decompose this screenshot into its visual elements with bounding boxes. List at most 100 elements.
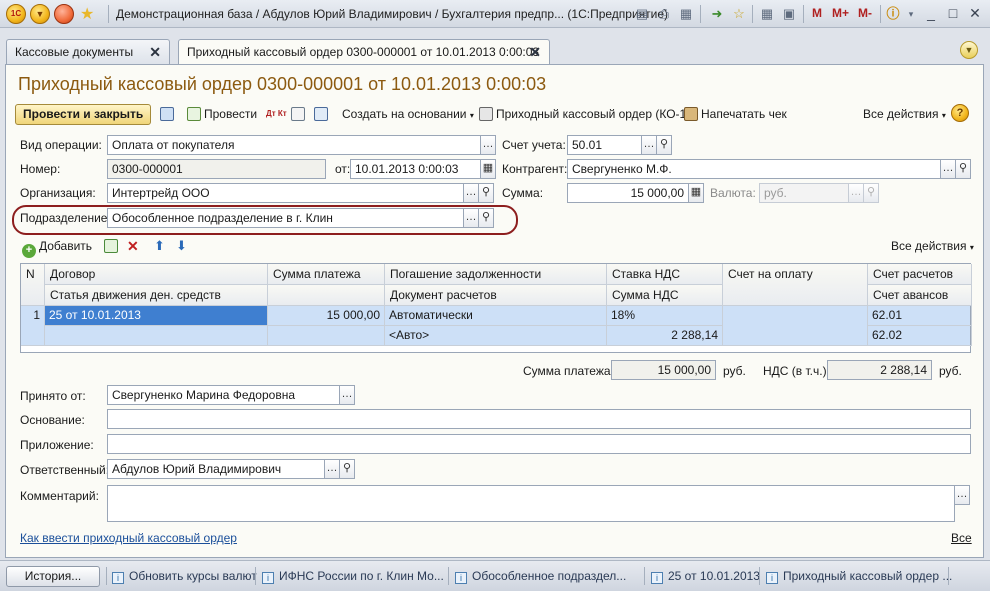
move-down-icon[interactable]: ⬇ <box>176 237 187 255</box>
select-button[interactable]: … <box>324 459 340 479</box>
tab-cash-documents[interactable]: Кассовые документы ✕ <box>6 39 170 65</box>
sum-field[interactable]: 15 000,00 <box>567 183 689 203</box>
tabs-menu-icon[interactable]: ▼ <box>960 41 978 59</box>
column-header[interactable]: Погашение задолженности <box>385 264 607 285</box>
operation-field[interactable]: Оплата от покупателя <box>107 135 481 155</box>
app-logo-icon[interactable]: 1С <box>6 4 26 24</box>
select-button[interactable]: … <box>463 183 479 203</box>
info-icon[interactable]: ⓘ <box>884 5 902 23</box>
history-button[interactable]: История... <box>6 566 100 587</box>
save-icon[interactable] <box>160 105 177 123</box>
select-button[interactable]: … <box>940 159 956 179</box>
table-all-actions-menu[interactable]: Все действия ▾ <box>891 237 974 255</box>
comment-field[interactable] <box>107 485 955 522</box>
favorites-star-icon[interactable]: ★ <box>80 4 94 24</box>
forward-icon[interactable]: ➜ <box>708 5 726 23</box>
print-pko-button[interactable]: Приходный кассовый ордер (КО-1) <box>479 105 690 123</box>
main-menu-icon[interactable]: ▼ <box>30 4 50 24</box>
notification-item[interactable]: i Обособленное подраздел... <box>455 569 626 584</box>
all-actions-menu[interactable]: Все действия ▾ <box>863 105 946 123</box>
close-window-button[interactable]: ✕ <box>966 5 984 23</box>
info-dropdown-icon[interactable]: ▾ <box>902 5 920 23</box>
open-search-icon[interactable]: ⚲ <box>478 183 494 203</box>
open-search-icon[interactable]: ⚲ <box>656 135 672 155</box>
help-icon[interactable]: ? <box>951 104 969 122</box>
date-field[interactable]: 10.01.2013 0:00:03 <box>350 159 481 179</box>
close-tab-icon[interactable]: ✕ <box>149 40 161 64</box>
vat-sum-cell[interactable]: 2 288,14 <box>607 326 723 346</box>
column-header[interactable]: Статья движения ден. средств <box>45 285 268 306</box>
column-header[interactable]: Сумма НДС <box>607 285 723 306</box>
organization-field[interactable]: Интертрейд ООО <box>107 183 464 203</box>
copy-row-icon[interactable] <box>104 237 121 255</box>
close-tab-icon[interactable]: ✕ <box>529 40 541 64</box>
favorite-add-icon[interactable]: ☆ <box>730 5 748 23</box>
column-header[interactable]: Счет на оплату <box>723 264 868 306</box>
settlement-account-cell[interactable]: 62.01 <box>868 306 972 326</box>
calendar-icon[interactable]: ▣ <box>780 5 798 23</box>
calendar-icon[interactable]: ▦ <box>480 159 496 179</box>
row-number[interactable]: 1 <box>21 306 45 346</box>
move-up-icon[interactable]: ⬆ <box>154 237 165 255</box>
select-button[interactable]: … <box>480 135 496 155</box>
back-icon[interactable] <box>54 4 74 24</box>
select-button[interactable]: … <box>339 385 355 405</box>
department-field[interactable]: Обособленное подразделение в г. Клин <box>107 208 464 228</box>
calculator-icon[interactable]: ▦ <box>758 5 776 23</box>
notification-item[interactable]: i Обновить курсы валют <box>112 569 257 584</box>
attachment-field[interactable] <box>107 434 971 454</box>
open-search-icon[interactable]: ⚲ <box>339 459 355 479</box>
open-search-icon[interactable]: ⚲ <box>478 208 494 228</box>
memory-m-button[interactable]: M <box>812 6 822 20</box>
add-row-button[interactable]: + Добавить <box>22 237 92 258</box>
post-button[interactable]: Провести <box>187 105 257 123</box>
column-header[interactable]: Счет авансов <box>868 285 972 306</box>
contract-cell[interactable]: 25 от 10.01.2013 <box>45 306 268 326</box>
account-field[interactable]: 50.01 <box>567 135 642 155</box>
select-button[interactable]: … <box>641 135 657 155</box>
document-icon[interactable] <box>291 105 308 123</box>
sum-cell[interactable]: 15 000,00 <box>268 306 385 326</box>
select-button[interactable]: … <box>954 485 970 505</box>
settlement-doc-cell[interactable]: <Авто> <box>385 326 607 346</box>
column-header[interactable]: Сумма платежа <box>268 264 385 285</box>
calculator-icon[interactable]: ▦ <box>688 183 704 203</box>
all-link[interactable]: Все <box>951 531 972 545</box>
minimize-button[interactable]: _ <box>922 5 940 23</box>
memory-m-minus-button[interactable]: M- <box>858 6 872 20</box>
contractor-field[interactable]: Свергуненко М.Ф. <box>567 159 941 179</box>
number-field[interactable]: 0300-000001 <box>107 159 326 179</box>
dtkt-icon[interactable]: Дт Кт <box>266 105 287 123</box>
column-header[interactable] <box>268 285 385 306</box>
repayment-cell[interactable]: Автоматически <box>385 306 607 326</box>
create-based-on-button[interactable]: Создать на основании ▾ <box>342 105 474 123</box>
report-icon[interactable] <box>314 105 331 123</box>
vat-rate-cell[interactable]: 18% <box>607 306 723 326</box>
delete-row-icon[interactable]: ✕ <box>127 237 139 255</box>
open-search-icon[interactable]: ⚲ <box>955 159 971 179</box>
maximize-button[interactable]: □ <box>944 5 962 23</box>
notification-item[interactable]: i 25 от 10.01.2013 <box>651 569 760 584</box>
responsible-field[interactable]: Абдулов Юрий Владимирович <box>107 459 325 479</box>
advance-account-cell[interactable]: 62.02 <box>868 326 972 346</box>
preview-icon[interactable]: ▦ <box>677 5 695 23</box>
column-header[interactable]: Договор <box>45 264 268 285</box>
column-header[interactable]: Документ расчетов <box>385 285 607 306</box>
sum-cell-empty[interactable] <box>268 326 385 346</box>
tab-cash-order[interactable]: Приходный кассовый ордер 0300-000001 от … <box>178 39 550 66</box>
payment-table[interactable]: N Договор Сумма платежа Погашение задолж… <box>20 263 972 353</box>
column-header[interactable]: Счет расчетов <box>868 264 972 285</box>
column-header[interactable]: Ставка НДС <box>607 264 723 285</box>
save-icon[interactable]: ▤ <box>633 5 651 23</box>
basis-field[interactable] <box>107 409 971 429</box>
print-check-button[interactable]: Напечатать чек <box>684 105 787 123</box>
notification-item[interactable]: i Приходный кассовый ордер ... <box>766 569 952 584</box>
print-icon[interactable]: ⎙ <box>655 5 673 23</box>
help-link[interactable]: Как ввести приходный кассовый ордер <box>20 531 237 545</box>
cashflow-item-cell[interactable] <box>45 326 268 346</box>
select-button[interactable]: … <box>463 208 479 228</box>
invoice-cell[interactable] <box>723 306 868 346</box>
post-and-close-button[interactable]: Провести и закрыть <box>15 104 152 125</box>
memory-m-plus-button[interactable]: M+ <box>832 6 849 20</box>
column-header[interactable]: N <box>21 264 45 306</box>
